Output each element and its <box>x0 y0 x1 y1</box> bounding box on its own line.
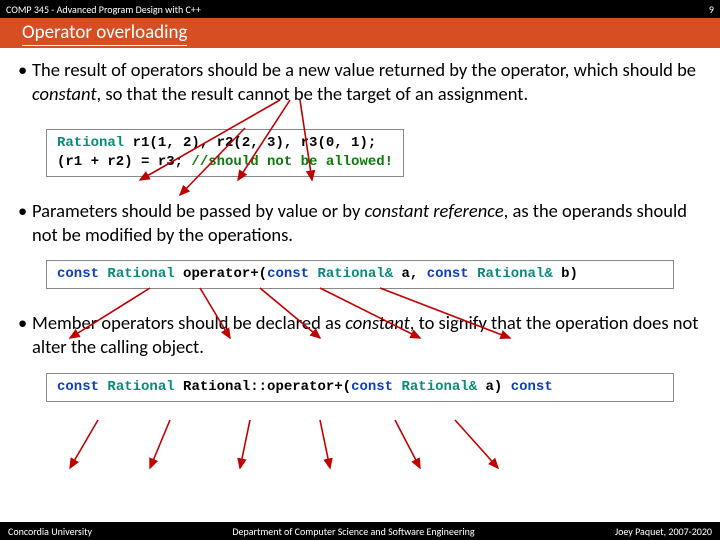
slide: COMP 345 - Advanced Program Design with … <box>0 0 720 540</box>
code-line-1: Rational r1(1, 2), r2(2, 3), r3(0, 1); <box>57 134 393 153</box>
code-box-1: Rational r1(1, 2), r2(2, 3), r3(0, 1); (… <box>46 129 404 177</box>
code-arg: b) <box>553 266 578 282</box>
course-bar: COMP 345 - Advanced Program Design with … <box>0 0 720 18</box>
code-type: Rational& <box>309 266 393 282</box>
bullet-1: The result of operators should be a new … <box>18 58 702 105</box>
bullet-2-text-pre: Parameters should be passed by value or … <box>32 199 365 222</box>
footer-bar: Concordia University Department of Compu… <box>0 522 720 540</box>
footer-left: Concordia University <box>8 525 92 538</box>
code-type: Rational <box>107 266 174 282</box>
code-keyword: const <box>267 266 309 282</box>
bullet-2-keyword: constant reference <box>365 199 504 222</box>
bullet-3: Member operators should be declared as c… <box>18 311 702 358</box>
code-text: r1(1, 2), r2(2, 3), r3(0, 1); <box>124 135 376 151</box>
code-keyword: const <box>427 266 469 282</box>
footer-mid: Department of Computer Science and Softw… <box>232 525 474 538</box>
code-arg: a, <box>393 266 427 282</box>
bullet-1-text-pre: The result of operators should be a new … <box>32 58 696 81</box>
code-keyword: const <box>57 379 99 395</box>
code-comment: //should not be allowed! <box>191 154 393 170</box>
code-box-3: const Rational Rational::operator+(const… <box>46 373 674 402</box>
code-fn: Rational::operator+( <box>175 379 351 395</box>
code-type: Rational <box>107 379 174 395</box>
slide-title: Operator overloading <box>22 21 187 46</box>
code-line-2: (r1 + r2) = r3; //should not be allowed! <box>57 153 393 172</box>
bullet-1-text-post: , so that the result cannot be the targe… <box>97 82 529 105</box>
code-fn: operator+( <box>175 266 267 282</box>
bullet-3-text-pre: Member operators should be declared as <box>32 311 345 334</box>
code-type: Rational& <box>393 379 477 395</box>
code-type: Rational <box>57 135 124 151</box>
code-keyword: const <box>57 266 99 282</box>
code-text: (r1 + r2) = r3; <box>57 154 191 170</box>
slide-number: 9 <box>709 3 714 16</box>
bullet-3-keyword: constant <box>345 311 410 334</box>
footer-right: Joey Paquet, 2007-2020 <box>615 525 712 538</box>
bullet-2: Parameters should be passed by value or … <box>18 199 702 246</box>
code-keyword: const <box>351 379 393 395</box>
course-code: COMP 345 - Advanced Program Design with … <box>6 3 201 16</box>
code-box-2: const Rational operator+(const Rational&… <box>46 260 674 289</box>
bullet-1-keyword: constant <box>32 82 97 105</box>
slide-body: The result of operators should be a new … <box>0 48 720 402</box>
code-keyword: const <box>511 379 553 395</box>
title-bar: Operator overloading <box>0 18 720 48</box>
code-arg: a) <box>477 379 511 395</box>
code-type: Rational& <box>469 266 553 282</box>
